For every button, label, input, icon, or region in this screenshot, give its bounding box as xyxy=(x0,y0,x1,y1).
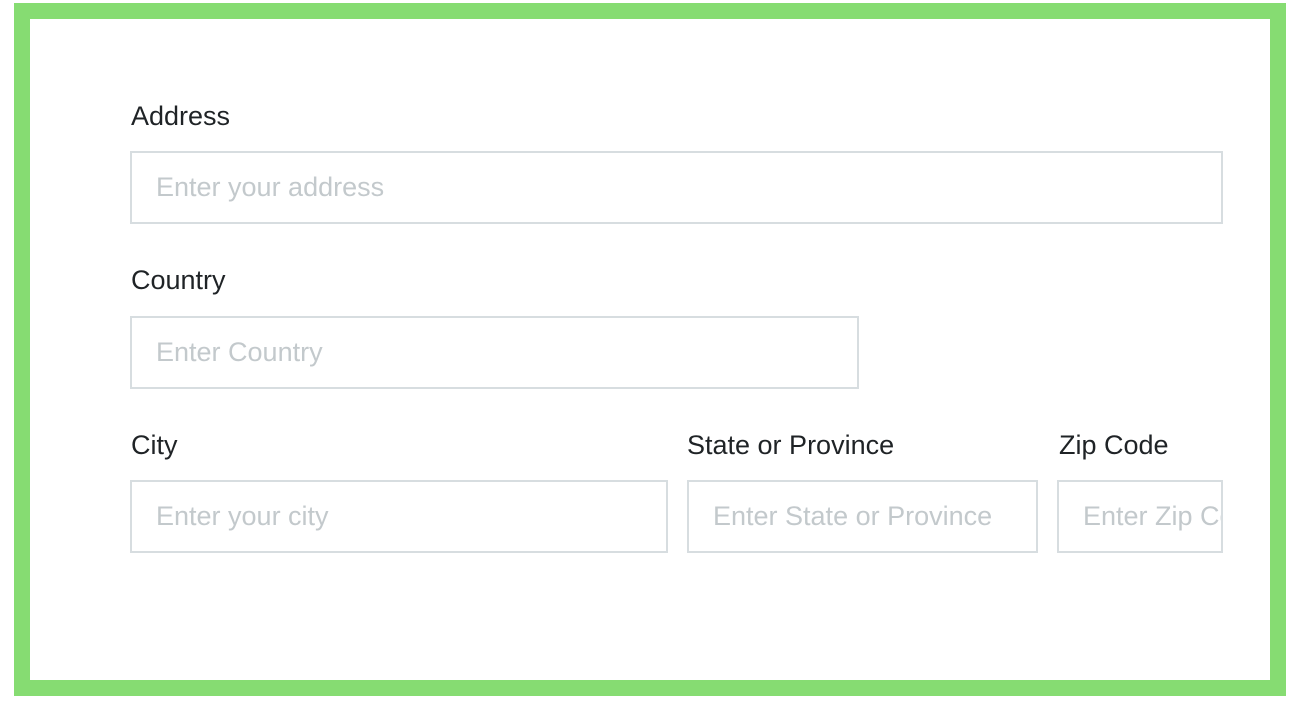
state-label: State or Province xyxy=(687,430,895,460)
address-field-box xyxy=(130,151,1223,224)
city-field-box xyxy=(130,480,668,553)
zip-label: Zip Code xyxy=(1059,430,1169,460)
country-input[interactable] xyxy=(132,318,857,387)
address-label: Address xyxy=(131,101,231,131)
city-label: City xyxy=(131,430,178,460)
state-input[interactable] xyxy=(689,482,1036,551)
zip-field-box xyxy=(1057,480,1223,553)
country-label: Country xyxy=(131,265,226,295)
state-field-box xyxy=(687,480,1038,553)
address-input[interactable] xyxy=(132,153,1221,222)
country-field-box xyxy=(130,316,859,389)
zip-input[interactable] xyxy=(1059,482,1221,551)
city-input[interactable] xyxy=(132,482,666,551)
